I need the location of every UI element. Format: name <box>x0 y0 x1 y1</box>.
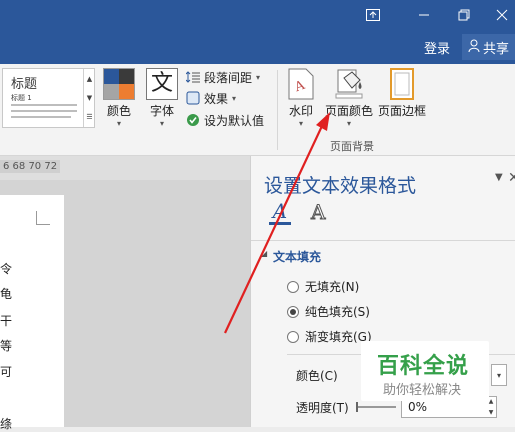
page-background-group-label: 页面背景 <box>330 140 374 153</box>
ruler-numbers: 6 68 70 72 <box>0 160 61 173</box>
chevron-down-icon: ▾ <box>232 93 237 103</box>
margin-corner-mark <box>36 211 50 225</box>
effects-label: 效果 <box>204 91 229 106</box>
fonts-label: 字体 <box>149 104 174 118</box>
transparency-slider[interactable] <box>356 402 396 412</box>
watermark-subtitle: 助你轻松解决 <box>383 383 462 398</box>
color-label: 颜色(C) <box>296 369 338 383</box>
check-circle-icon <box>186 113 200 127</box>
minimize-icon[interactable] <box>408 4 440 26</box>
preview-line <box>11 116 71 118</box>
page-color-label: 页面颜色 <box>325 104 374 118</box>
pane-title: 设置文本效果格式 <box>264 175 417 197</box>
scroll-down-icon[interactable]: ▼ <box>84 88 95 107</box>
paragraph-spacing-button[interactable]: 段落间距 ▾ <box>186 67 260 87</box>
login-button[interactable]: 登录 <box>424 38 450 57</box>
watermark-button[interactable]: A 水印 ▾ <box>288 68 314 128</box>
spin-up-icon[interactable]: ▲ <box>489 398 494 405</box>
gradient-fill-option[interactable]: 渐变填充(G) <box>287 328 372 345</box>
pane-options-icon[interactable]: ▼ <box>495 172 503 183</box>
collapse-triangle-icon[interactable]: ◢ <box>261 249 267 258</box>
person-icon <box>468 39 480 56</box>
page-color-button[interactable]: 页面颜色 ▾ <box>325 68 373 128</box>
paragraph-spacing-icon <box>186 70 200 84</box>
share-button[interactable]: 共享 <box>462 34 515 60</box>
radio-button[interactable] <box>287 280 299 293</box>
chevron-down-icon: ▾ <box>347 119 352 128</box>
page-text-char: 等 <box>0 339 13 353</box>
gallery-scroll[interactable]: ▲ ▼ ☰ <box>83 69 95 127</box>
horizontal-ruler[interactable]: 6 68 70 72 <box>0 156 250 180</box>
site-watermark: 百科全说 助你轻松解决 <box>361 341 489 401</box>
text-effects-tab[interactable]: A <box>310 200 325 225</box>
watermark-icon: A <box>288 68 314 100</box>
paragraph-spacing-label: 段落间距 <box>204 70 253 85</box>
paint-bucket-icon <box>335 69 363 99</box>
chevron-down-icon: ▾ <box>298 119 303 128</box>
page-text-char: 可 <box>0 365 13 379</box>
chevron-down-icon: ▾ <box>116 119 121 128</box>
style-gallery-subtitle: 标题 1 <box>11 94 32 102</box>
radio-button[interactable] <box>287 330 299 343</box>
ribbon-display-options-icon[interactable] <box>357 4 389 26</box>
chevron-down-icon: ▾ <box>256 72 261 82</box>
colors-label: 颜色 <box>106 104 131 118</box>
page-borders-label: 页面边框 <box>378 104 427 118</box>
text-fill-outline-tab[interactable]: A <box>269 200 291 226</box>
text-fill-section-header[interactable]: 文本填充 <box>273 248 321 265</box>
set-as-default-button[interactable]: 设为默认值 <box>186 110 264 130</box>
ribbon-design-tab: 标题 标题 1 ▲ ▼ ☰ 颜色 ▾ 文 字体 ▾ 段落间距 ▾ 效果 ▾ 设为… <box>0 64 515 156</box>
close-icon[interactable] <box>486 4 515 26</box>
pane-divider <box>251 240 515 241</box>
radio-button[interactable] <box>287 305 299 318</box>
effects-icon <box>186 91 200 105</box>
set-default-label: 设为默认值 <box>204 113 265 128</box>
preview-line <box>11 104 77 106</box>
title-bar: 登录 共享 <box>0 0 515 64</box>
document-page[interactable]: 令 龟 干 等 可 绦 <box>0 195 64 431</box>
colors-button[interactable]: 颜色 ▾ <box>103 68 135 128</box>
scroll-up-icon[interactable]: ▲ <box>84 69 95 88</box>
text-fill-icon: A <box>272 199 288 223</box>
no-fill-option[interactable]: 无填充(N) <box>287 278 359 295</box>
effects-button[interactable]: 效果 ▾ <box>186 88 236 108</box>
close-icon[interactable]: ✕ <box>508 170 515 186</box>
document-area[interactable]: 令 龟 干 等 可 绦 <box>0 180 250 431</box>
page-border-icon <box>390 68 414 100</box>
color-palette-icon <box>103 68 135 100</box>
preview-line <box>11 110 77 112</box>
page-text-char: 令 <box>0 262 13 276</box>
watermark-label: 水印 <box>288 104 313 118</box>
page-borders-button[interactable]: 页面边框 <box>378 68 426 119</box>
page-text-char: 绦 <box>0 417 13 431</box>
no-fill-label: 无填充(N) <box>305 280 360 294</box>
spin-down-icon[interactable]: ▼ <box>489 409 494 416</box>
transparency-label: 透明度(T) <box>296 401 349 415</box>
solid-fill-label: 纯色填充(S) <box>305 305 370 319</box>
more-icon[interactable]: ☰ <box>84 108 95 127</box>
font-icon: 文 <box>146 68 178 100</box>
page-text-char: 龟 <box>0 287 13 301</box>
color-dropdown[interactable]: ▾ <box>491 364 507 386</box>
style-gallery-title: 标题 <box>11 77 38 92</box>
solid-fill-option[interactable]: 纯色填充(S) <box>287 303 370 320</box>
watermark-title: 百科全说 <box>377 354 470 379</box>
fonts-button[interactable]: 文 字体 ▾ <box>146 68 178 128</box>
restore-icon[interactable] <box>448 4 480 26</box>
chevron-down-icon: ▾ <box>159 119 164 128</box>
page-text-char: 干 <box>0 314 13 328</box>
group-separator <box>277 70 278 150</box>
style-set-gallery[interactable]: 标题 标题 1 ▲ ▼ ☰ <box>2 68 95 128</box>
share-label: 共享 <box>483 41 510 57</box>
